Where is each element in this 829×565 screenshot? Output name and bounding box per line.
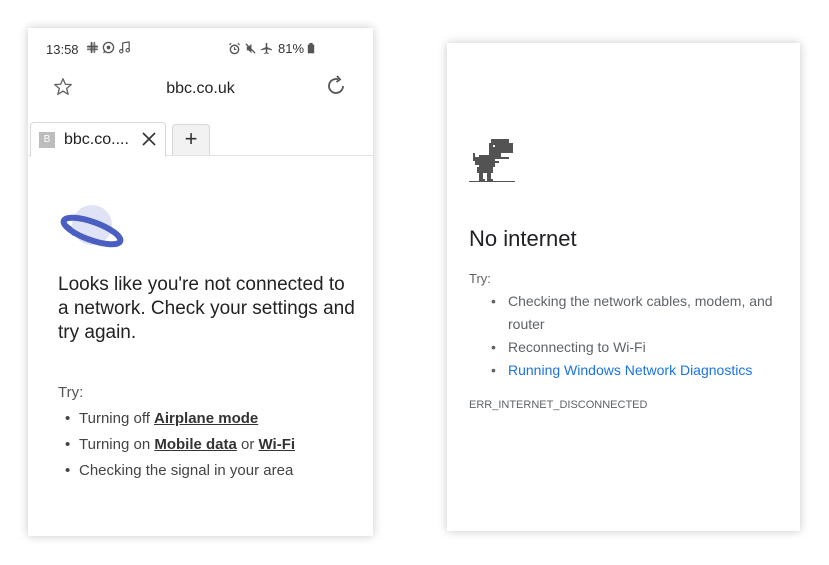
status-bar: 13:58 81% [28, 28, 373, 68]
list-item: Reconnecting to Wi-Fi [491, 336, 781, 359]
slack-icon [86, 41, 99, 54]
list-item: Checking the network cables, modem, and … [491, 290, 781, 336]
system-status-icons: 81% [228, 41, 315, 56]
battery-icon [307, 42, 315, 54]
list-item: Turning off Airplane mode [65, 409, 295, 435]
status-time: 13:58 [46, 42, 79, 57]
chrome-offline-panel: No internet Try: Checking the network ca… [447, 43, 800, 531]
suggestions-list: Turning off Airplane mode Turning on Mob… [65, 409, 295, 487]
try-label: Try: [58, 384, 84, 401]
battery-percentage: 81% [278, 41, 305, 56]
samsung-internet-offline-panel: 13:58 81% bbc.co.uk B bbc.co.... + Looks… [28, 28, 373, 536]
music-icon [119, 41, 130, 54]
airplane-icon [260, 42, 273, 55]
error-code: ERR_INTERNET_DISCONNECTED [469, 399, 648, 411]
network-diagnostics-link[interactable]: Running Windows Network Diagnostics [491, 359, 781, 382]
tab-strip: B bbc.co.... + [28, 122, 373, 157]
mobile-data-link[interactable]: Mobile data [154, 436, 237, 453]
alarm-icon [229, 42, 240, 55]
whatsapp-icon [102, 41, 115, 54]
tab-title: bbc.co.... [64, 131, 129, 148]
notification-icons [86, 41, 131, 54]
url-text[interactable]: bbc.co.uk [28, 80, 373, 98]
planet-icon [60, 205, 124, 248]
page-title: No internet [469, 226, 577, 251]
reload-icon[interactable] [324, 74, 348, 98]
new-tab-button[interactable]: + [172, 124, 210, 155]
offline-message: Looks like you're not connected to a net… [58, 274, 355, 343]
try-label: Try: [469, 271, 491, 286]
tab-bbc[interactable]: B bbc.co.... [30, 122, 166, 157]
address-bar: bbc.co.uk [28, 72, 373, 112]
dino-icon[interactable] [469, 139, 515, 183]
close-icon[interactable] [141, 131, 157, 147]
tab-favicon: B [39, 132, 55, 148]
wifi-link[interactable]: Wi-Fi [259, 436, 296, 453]
list-item: Checking the signal in your area [65, 461, 295, 487]
suggestions-list: Checking the network cables, modem, and … [491, 290, 781, 382]
list-item: Turning on Mobile data or Wi-Fi [65, 435, 295, 461]
mute-icon [245, 43, 256, 54]
airplane-mode-link[interactable]: Airplane mode [154, 410, 258, 427]
